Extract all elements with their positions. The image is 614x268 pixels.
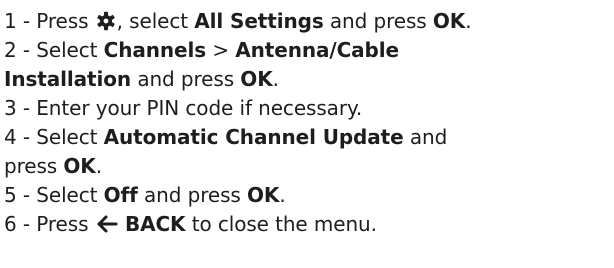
step-text: to close the menu. (191, 212, 377, 236)
key-back: BACK (124, 212, 186, 236)
step-text: Select (36, 183, 98, 207)
step-text: press (4, 154, 58, 178)
step-number: 2 - (4, 38, 30, 62)
menu-item-antenna-cable: Antenna/Cable (235, 38, 399, 62)
step-text: Press (36, 212, 89, 236)
menu-item-automatic-channel-update: Automatic Channel Update (103, 125, 404, 149)
step-number: 3 - (4, 96, 30, 120)
step-2-continued: Installation and press OK. (4, 65, 614, 94)
step-3: 3 - Enter your PIN code if necessary. (4, 94, 614, 123)
step-number: 5 - (4, 183, 30, 207)
step-6: 6 - Press BACK to close the menu. (4, 210, 614, 239)
step-text: Press (36, 9, 89, 33)
menu-item-all-settings: All Settings (194, 9, 324, 33)
step-text: Select (36, 125, 98, 149)
step-4-continued: press OK. (4, 152, 614, 181)
gear-icon (96, 11, 116, 31)
step-4: 4 - Select Automatic Channel Update and (4, 123, 614, 152)
step-number: 4 - (4, 125, 30, 149)
key-ok: OK (240, 67, 273, 91)
step-text: and press (137, 67, 235, 91)
key-ok: OK (63, 154, 96, 178)
step-end: . (465, 9, 472, 33)
menu-item-installation: Installation (4, 67, 132, 91)
step-number: 1 - (4, 9, 30, 33)
path-separator: > (212, 38, 229, 62)
step-text: , select (116, 9, 189, 33)
step-2: 2 - Select Channels > Antenna/Cable (4, 36, 614, 65)
step-text: Select (36, 38, 98, 62)
menu-item-channels: Channels (103, 38, 207, 62)
step-text: and (409, 125, 448, 149)
step-text: and press (144, 183, 241, 207)
option-off: Off (103, 183, 138, 207)
back-arrow-icon (96, 214, 118, 234)
key-ok: OK (432, 9, 466, 33)
step-end: . (279, 183, 286, 207)
step-end: . (95, 154, 102, 178)
step-5: 5 - Select Off and press OK. (4, 181, 614, 210)
key-ok: OK (247, 183, 280, 207)
step-end: . (272, 67, 279, 91)
step-1: 1 - Press , select All Settings and pres… (4, 7, 614, 36)
instruction-list: 1 - Press , select All Settings and pres… (0, 0, 614, 268)
step-text: and press (329, 9, 427, 33)
step-number: 6 - (4, 212, 30, 236)
step-text: Enter your PIN code if necessary. (36, 96, 363, 120)
